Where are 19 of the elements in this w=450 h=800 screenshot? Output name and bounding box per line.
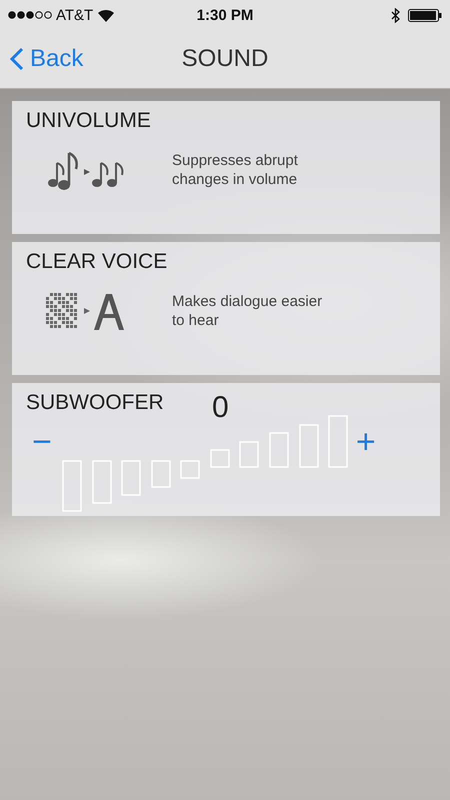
card-title: SUBWOOFER (26, 391, 164, 415)
clock-time: 1:30 PM (196, 6, 254, 24)
card-title: CLEAR VOICE (26, 250, 168, 274)
level-value: 0 (212, 391, 229, 425)
signal-strength-icon (8, 11, 52, 19)
battery-icon (408, 8, 442, 22)
screen-title: SOUND (182, 45, 268, 73)
back-button[interactable]: Back (0, 45, 94, 73)
card-description: Suppresses abrupt changes in volume (172, 151, 299, 189)
setting-card[interactable]: CLEAR VOICE Makes dialogue easier to hear (12, 242, 440, 375)
card-title: UNIVOLUME (26, 109, 151, 133)
bluetooth-icon (391, 8, 400, 22)
setting-card[interactable]: UNIVOLUME Suppresses abrupt changes in volume (12, 101, 440, 234)
back-chevron-icon (10, 47, 24, 71)
carrier-name: AT&T (56, 6, 94, 24)
increase-button[interactable]: + (350, 425, 382, 459)
wifi-icon (97, 8, 116, 22)
card-description: Makes dialogue easier to hear (172, 292, 324, 330)
decrease-button[interactable]: − (26, 425, 58, 459)
